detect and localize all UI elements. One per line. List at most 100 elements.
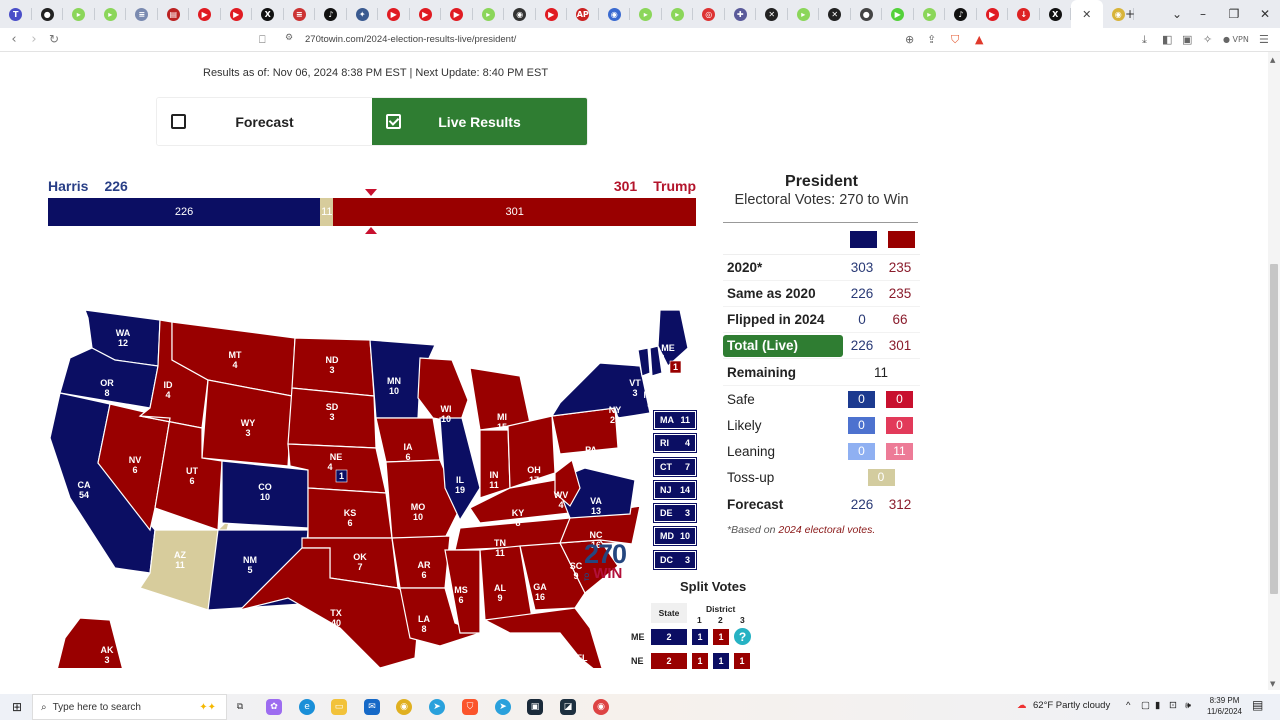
browser-tab[interactable]: ≡ [284, 0, 316, 28]
task-view-icon[interactable]: ⧉ [232, 699, 248, 715]
small-state-md[interactable]: MD 10 [653, 526, 697, 547]
browser-tab[interactable]: ✦ [347, 0, 379, 28]
copilot-icon[interactable]: ✿ [266, 699, 282, 715]
vpn-button[interactable]: ● VPN [1223, 35, 1249, 44]
split-district-2[interactable]: 1 [713, 629, 729, 645]
scroll-thumb[interactable] [1270, 264, 1278, 594]
screen-app-icon[interactable]: ▣ [527, 699, 543, 715]
browser-tab[interactable]: ▸ [473, 0, 505, 28]
us-electoral-map[interactable]: WA 12OR 8CA 54NV 6ID 4MT 4WY 3UT 6AZ 11CO 10NM 5ND 3… [40, 248, 720, 668]
zoom-icon[interactable]: ⊕ [905, 33, 914, 46]
site-settings-icon[interactable]: ⚙ [285, 33, 293, 43]
weather-icon[interactable]: ☁ [1017, 700, 1027, 711]
browser-tab[interactable]: ▸ [95, 0, 127, 28]
browser-tab[interactable]: ▸ [63, 0, 95, 28]
brave-shields-icon[interactable]: ⛉ [951, 33, 959, 47]
browser-tab[interactable]: ▸ [662, 0, 694, 28]
split-district-3[interactable]: 1 [734, 653, 750, 669]
browser-tab[interactable]: ♪ [945, 0, 977, 28]
brave-icon[interactable]: ⛉ [462, 699, 478, 715]
browser-tab[interactable]: ◉ [504, 0, 536, 28]
scroll-up-icon[interactable]: ▲ [1270, 56, 1275, 64]
notifications-icon[interactable]: ▤ [1252, 698, 1263, 712]
browser-tab[interactable]: ▸ [630, 0, 662, 28]
split-state-votes[interactable]: 2 [651, 653, 687, 669]
small-state-nj[interactable]: NJ 14 [653, 479, 697, 500]
forward-icon[interactable]: › [26, 32, 42, 47]
volume-icon[interactable]: 🕪 [1185, 700, 1191, 711]
clock[interactable]: 8:39 PM 11/6/2024 [1207, 695, 1242, 717]
browser-tab[interactable]: ● [32, 0, 64, 28]
tab-active[interactable]: ✕ [1071, 0, 1103, 28]
minimize-button[interactable]: – [1188, 0, 1218, 28]
network-icon[interactable]: ⊡ [1169, 700, 1177, 711]
sidebar-icon[interactable]: ◧ [1162, 33, 1172, 46]
browser-tab[interactable]: ✚ [725, 0, 757, 28]
forecast-toggle[interactable]: Forecast [157, 98, 372, 145]
meet-now-icon[interactable]: ▢ [1141, 700, 1150, 711]
state-ak[interactable] [55, 617, 165, 668]
browser-tab[interactable]: ▶ [378, 0, 410, 28]
small-state-ct[interactable]: CT 7 [653, 456, 697, 477]
browser-tab[interactable]: ▶ [221, 0, 253, 28]
checkbox-checked-icon[interactable] [386, 114, 401, 129]
browser-tab[interactable]: ▶ [189, 0, 221, 28]
restore-button[interactable]: ❐ [1219, 0, 1249, 28]
checkbox-unchecked-icon[interactable] [171, 114, 186, 129]
microphone-icon[interactable]: ▮ [1155, 700, 1160, 711]
browser-tab[interactable]: ≡ [126, 0, 158, 28]
tray-chevron-icon[interactable]: ^ [1126, 700, 1130, 711]
browser-tab[interactable]: ▶ [882, 0, 914, 28]
file-explorer-icon[interactable]: ▭ [331, 699, 347, 715]
mail-icon[interactable]: ✉ [364, 699, 380, 715]
small-state-de[interactable]: DE 3 [653, 503, 697, 524]
browser-tab[interactable]: ◎ [693, 0, 725, 28]
browser-tab[interactable]: ▶ [536, 0, 568, 28]
browser-tab[interactable]: ▤ [158, 0, 190, 28]
edge-icon[interactable]: e [299, 699, 315, 715]
split-district-1[interactable]: 1 [692, 629, 708, 645]
wallet-icon[interactable]: ▣ [1182, 33, 1192, 46]
split-state-votes[interactable]: 2 [651, 629, 687, 645]
browser-tab[interactable]: ✕ [756, 0, 788, 28]
capcut-icon[interactable]: ◪ [560, 699, 576, 715]
browser-tab[interactable]: ▶ [410, 0, 442, 28]
browser-tab[interactable]: X [1040, 0, 1072, 28]
share-icon[interactable]: ⇪ [927, 33, 936, 46]
footnote-link[interactable]: 2024 electoral votes. [778, 524, 875, 536]
back-icon[interactable]: ‹ [6, 32, 22, 47]
browser-tab[interactable]: ▸ [788, 0, 820, 28]
windows-start-icon[interactable]: ⊞ [9, 699, 25, 715]
small-state-ri[interactable]: RI 4 [653, 433, 697, 454]
browser-tab[interactable]: T [0, 0, 32, 28]
weather-text[interactable]: 62°F Partly cloudy [1033, 700, 1110, 711]
downloads-icon[interactable]: ⤓ [1142, 33, 1147, 47]
bookmark-icon[interactable]: ⎕ [259, 33, 266, 47]
new-tab-button[interactable]: + [1115, 0, 1145, 28]
browser-tab[interactable]: ▶ [977, 0, 1009, 28]
270towin-logo[interactable]: 270 TO WIN [584, 541, 627, 584]
scroll-down-icon[interactable]: ▼ [1270, 680, 1275, 688]
telegram-badge-icon[interactable]: ➤ [495, 699, 511, 715]
reload-icon[interactable]: ↻ [46, 32, 62, 46]
live-results-toggle[interactable]: Live Results [372, 98, 587, 145]
menu-icon[interactable]: ☰ [1259, 33, 1269, 46]
split-district-2[interactable]: 1 [713, 653, 729, 669]
taskbar-search[interactable]: ⌕ Type here to search ✦✦ [32, 694, 227, 720]
split-district-3[interactable]: ? [733, 627, 752, 646]
page-scrollbar[interactable]: ▲ ▼ [1268, 52, 1280, 690]
browser-tab[interactable]: ↓ [1008, 0, 1040, 28]
chrome-profile-icon[interactable]: ◉ [593, 699, 609, 715]
browser-tab[interactable]: ▸ [914, 0, 946, 28]
small-state-ma[interactable]: MA 11 [653, 410, 697, 430]
browser-tab[interactable]: ▶ [441, 0, 473, 28]
small-state-dc[interactable]: DC 3 [653, 549, 697, 570]
leo-icon[interactable]: ✧ [1203, 33, 1212, 46]
browser-tab[interactable]: ● [851, 0, 883, 28]
close-tab-icon[interactable]: ✕ [1082, 8, 1091, 21]
browser-tab[interactable]: AP [567, 0, 599, 28]
browser-tab[interactable]: ✕ [819, 0, 851, 28]
browser-tab[interactable]: X [252, 0, 284, 28]
split-district-1[interactable]: 1 [692, 653, 708, 669]
telegram-icon[interactable]: ➤ [429, 699, 445, 715]
